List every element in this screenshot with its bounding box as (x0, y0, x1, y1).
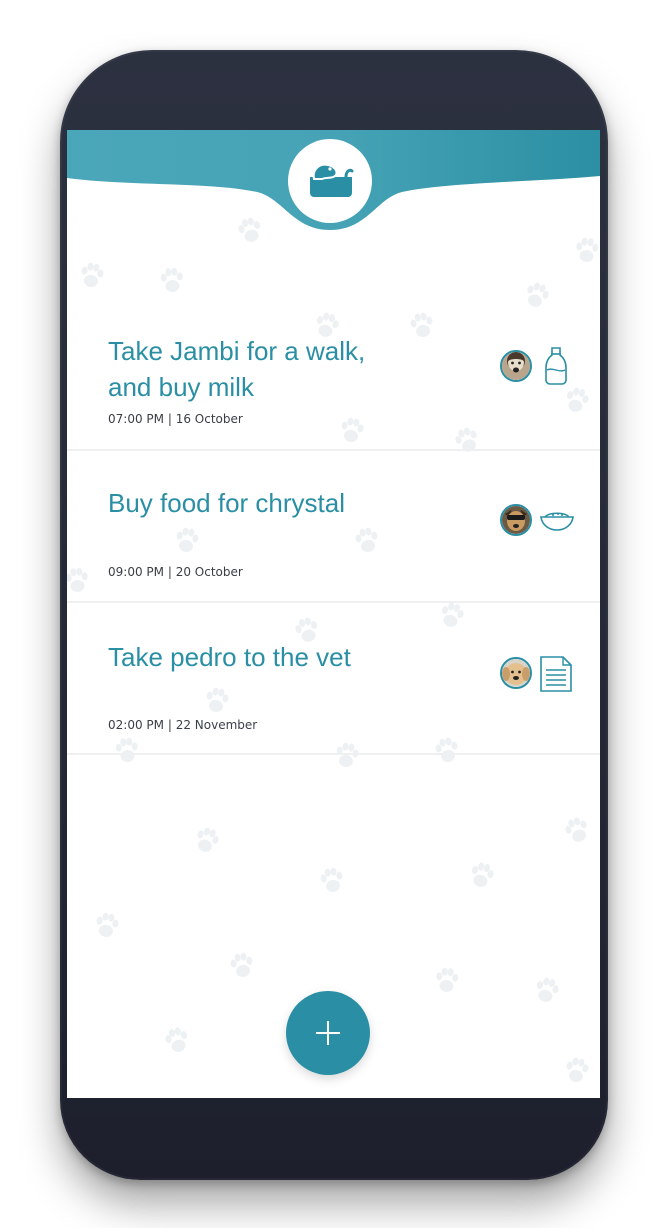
task-date: 22 November (175, 718, 258, 732)
task-title: Take pedro to the vet (108, 639, 438, 675)
add-task-button[interactable] (286, 991, 370, 1075)
task-datetime: 09:00 PM | 20 October (108, 565, 243, 579)
meta-separator: | (167, 718, 172, 732)
task-title-line: Take pedro to the vet (108, 642, 351, 672)
task-item[interactable]: Buy food for chrystal 09:00 PM | 20 Octo… (67, 451, 600, 603)
pet-avatar (500, 657, 532, 689)
task-title-line: Buy food for chrystal (108, 488, 345, 518)
task-item[interactable]: Take pedro to the vet 02:00 PM | 22 Nove… (67, 603, 600, 755)
task-datetime: 02:00 PM | 22 November (108, 718, 257, 732)
dog-bowl-icon (310, 163, 354, 197)
pet-avatar (500, 504, 532, 536)
plus-icon (316, 1021, 340, 1045)
task-title: Buy food for chrystal (108, 485, 438, 521)
app-screen: Take Jambi for a walk, and buy milk 07:0… (67, 130, 600, 1098)
document-icon (540, 656, 572, 692)
meta-separator: | (167, 565, 172, 579)
pet-avatar (500, 350, 532, 382)
task-time: 02:00 PM (108, 718, 164, 732)
task-time: 07:00 PM (108, 412, 164, 426)
task-date: 20 October (175, 565, 243, 579)
food-bowl-icon (540, 512, 574, 531)
task-title-line: Take Jambi for a walk, (108, 336, 366, 366)
task-title: Take Jambi for a walk, and buy milk (108, 333, 438, 405)
milk-bottle-icon (545, 347, 567, 385)
task-title-line: and buy milk (108, 372, 254, 402)
task-item[interactable]: Take Jambi for a walk, and buy milk 07:0… (67, 305, 600, 451)
app-logo (288, 139, 372, 223)
task-datetime: 07:00 PM | 16 October (108, 412, 243, 426)
task-date: 16 October (175, 412, 243, 426)
task-time: 09:00 PM (108, 565, 164, 579)
meta-separator: | (167, 412, 172, 426)
